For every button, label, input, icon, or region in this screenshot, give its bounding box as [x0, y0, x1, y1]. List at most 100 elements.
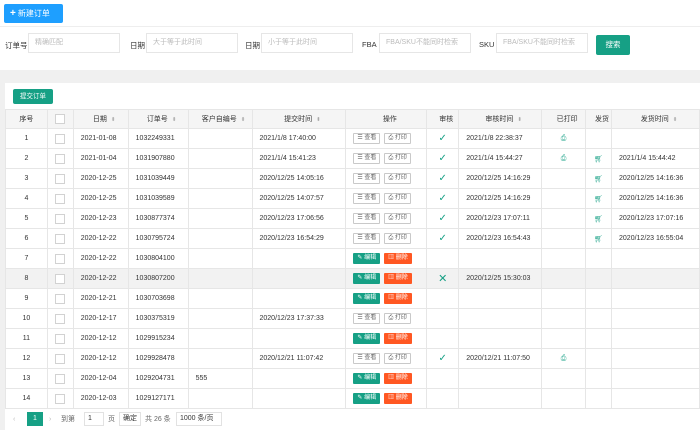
- printed-cell: ⎙: [541, 348, 587, 369]
- row-number: 5: [5, 208, 48, 229]
- actions-cell: ☰ 查看 ⎙ 打印: [345, 208, 428, 229]
- cross-icon: ✕: [438, 273, 448, 285]
- sku-input[interactable]: FBA/SKU不能同时检索: [496, 33, 588, 53]
- row-checkbox[interactable]: [55, 233, 66, 244]
- delete-label: 删除: [395, 295, 408, 301]
- date-cell: 2020-12-17: [72, 308, 129, 329]
- row-checkbox[interactable]: [55, 273, 66, 284]
- column-header[interactable]: 审核时间 ⬍: [458, 109, 543, 129]
- sort-icon[interactable]: ⬍: [241, 117, 246, 123]
- view-button[interactable]: ☰ 查看: [353, 193, 381, 204]
- prev-page-icon[interactable]: ‹: [13, 413, 15, 426]
- sort-icon[interactable]: ⬍: [172, 117, 177, 123]
- edit-icon: ✎: [357, 335, 363, 341]
- edit-button[interactable]: ✎ 编辑: [353, 273, 381, 284]
- view-button[interactable]: ☰ 查看: [353, 173, 381, 184]
- sort-icon[interactable]: ⬍: [316, 117, 321, 123]
- ship-time-cell: 2020/12/23 17:07:16: [611, 208, 700, 229]
- view-button[interactable]: ☰ 查看: [353, 133, 381, 144]
- row-checkbox[interactable]: [55, 353, 66, 364]
- delete-button[interactable]: ▥ 删除: [384, 333, 412, 344]
- delete-button[interactable]: ▥ 删除: [384, 393, 412, 404]
- edit-button[interactable]: ✎ 编辑: [353, 253, 381, 264]
- row-checkbox-cell: [46, 208, 74, 229]
- row-checkbox[interactable]: [55, 193, 66, 204]
- delete-button[interactable]: ▥ 删除: [384, 293, 412, 304]
- column-header[interactable]: 客户自编号 ⬍: [187, 109, 253, 129]
- audit-cell: ✓: [426, 188, 460, 209]
- print-button[interactable]: ⎙ 打印: [384, 353, 411, 364]
- print-button[interactable]: ⎙ 打印: [384, 233, 411, 244]
- column-header: 审核: [426, 109, 460, 129]
- date-to-input[interactable]: 小于等于此时间: [261, 33, 353, 53]
- edit-button[interactable]: ✎ 编辑: [353, 373, 381, 384]
- fba-input[interactable]: FBA/SKU不能同时检索: [379, 33, 471, 53]
- delete-label: 删除: [395, 375, 408, 381]
- sort-icon[interactable]: ⬍: [517, 117, 522, 123]
- ship-time-cell: [611, 368, 700, 389]
- edit-button[interactable]: ✎ 编辑: [353, 293, 381, 304]
- submit-time-cell: [251, 248, 347, 269]
- check-icon: ✓: [438, 353, 447, 364]
- shipped-cell: 🛒︎: [585, 228, 613, 249]
- row-checkbox[interactable]: [55, 333, 66, 344]
- row-checkbox[interactable]: [55, 393, 66, 404]
- edit-button[interactable]: ✎ 编辑: [353, 393, 381, 404]
- next-page-icon[interactable]: ›: [49, 413, 51, 426]
- shipped-cell: [585, 128, 613, 149]
- search-button[interactable]: 搜索: [596, 35, 630, 55]
- audit-cell: ✓: [426, 228, 460, 249]
- print-button[interactable]: ⎙ 打印: [384, 313, 411, 324]
- row-checkbox[interactable]: [55, 153, 66, 164]
- print-button[interactable]: ⎙ 打印: [384, 173, 411, 184]
- column-header[interactable]: 订单号 ⬍: [127, 109, 189, 129]
- delete-button[interactable]: ▥ 删除: [384, 253, 412, 264]
- row-number: 14: [5, 388, 48, 409]
- view-button[interactable]: ☰ 查看: [353, 353, 381, 364]
- ship-time-cell: 2020/12/25 14:16:36: [611, 188, 700, 209]
- client-code-cell: [187, 188, 253, 209]
- row-checkbox-cell: [46, 228, 74, 249]
- view-label: 查看: [364, 175, 377, 181]
- print-icon: ⎙: [388, 315, 394, 321]
- client-code-cell: [187, 148, 253, 169]
- audit-cell: [426, 248, 460, 269]
- edit-button[interactable]: ✎ 编辑: [353, 333, 381, 344]
- delete-button[interactable]: ▥ 删除: [384, 273, 412, 284]
- delete-label: 删除: [395, 395, 408, 401]
- print-button[interactable]: ⎙ 打印: [384, 133, 411, 144]
- select-all-checkbox[interactable]: [55, 114, 66, 124]
- row-checkbox[interactable]: [55, 253, 66, 264]
- order-no-input[interactable]: 精确匹配: [28, 33, 120, 53]
- print-button[interactable]: ⎙ 打印: [384, 213, 411, 224]
- delete-button[interactable]: ▥ 删除: [384, 373, 412, 384]
- row-checkbox[interactable]: [55, 133, 66, 144]
- row-checkbox[interactable]: [55, 173, 66, 184]
- page-size-select[interactable]: 1000 条/页: [176, 412, 222, 426]
- row-checkbox[interactable]: [55, 293, 66, 304]
- print-button[interactable]: ⎙ 打印: [384, 193, 411, 204]
- goto-page-input[interactable]: 1: [84, 412, 104, 426]
- view-icon: ☰: [357, 215, 363, 221]
- view-button[interactable]: ☰ 查看: [353, 153, 381, 164]
- actions-cell: ✎ 编辑 ▥ 删除: [345, 388, 428, 409]
- view-button[interactable]: ☰ 查看: [353, 233, 381, 244]
- print-button[interactable]: ⎙ 打印: [384, 153, 411, 164]
- row-checkbox[interactable]: [55, 313, 66, 324]
- sort-icon[interactable]: ⬍: [111, 117, 116, 123]
- sort-icon[interactable]: ⬍: [673, 117, 678, 123]
- submit-time-cell: [251, 388, 347, 409]
- column-header[interactable]: 提交时间 ⬍: [251, 109, 347, 129]
- new-order-button[interactable]: + 新建订单: [4, 4, 63, 23]
- column-header[interactable]: 日期 ⬍: [72, 109, 129, 129]
- view-button[interactable]: ☰ 查看: [353, 313, 381, 324]
- date-from-input[interactable]: 大于等于此时间: [146, 33, 238, 53]
- view-button[interactable]: ☰ 查看: [353, 213, 381, 224]
- column-header[interactable]: 发货时间 ⬍: [611, 109, 700, 129]
- trash-icon: ▥: [388, 375, 395, 381]
- row-checkbox[interactable]: [55, 373, 66, 384]
- row-checkbox[interactable]: [55, 213, 66, 224]
- submit-orders-button[interactable]: 提交订单: [13, 89, 53, 104]
- goto-confirm-button[interactable]: 确定: [119, 412, 141, 426]
- page-1-button[interactable]: 1: [27, 412, 43, 426]
